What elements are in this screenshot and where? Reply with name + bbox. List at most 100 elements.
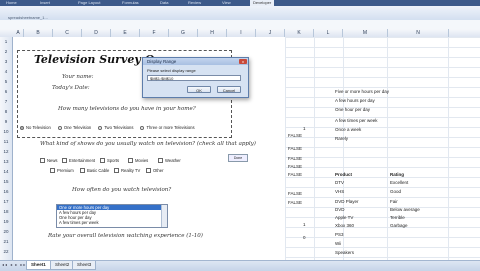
gridline	[314, 37, 315, 260]
row-12[interactable]: 12	[0, 149, 12, 154]
checkbox-icon	[158, 158, 163, 163]
sheet-tab-1[interactable]: Sheet1	[26, 261, 51, 270]
product-cell[interactable]: DVD	[335, 207, 345, 212]
checkbox-reality-tv[interactable]: Reality TV	[114, 168, 140, 173]
sheet-tab-3[interactable]: Sheet3	[72, 261, 97, 270]
checkbox-other[interactable]: Other	[146, 168, 163, 173]
dialog-title[interactable]: Display Range	[143, 58, 248, 65]
row-7[interactable]: 7	[0, 99, 12, 104]
row-14[interactable]: 14	[0, 169, 12, 174]
radio-one-television[interactable]: One Television	[57, 125, 92, 130]
cell-k-false[interactable]: FALSE	[288, 146, 302, 151]
checkbox-weather[interactable]: Weather	[158, 158, 181, 163]
col-e[interactable]: E	[111, 29, 140, 37]
cell-m-list[interactable]: A few hours per day	[335, 98, 375, 103]
col-a[interactable]: A	[13, 29, 24, 37]
col-k[interactable]: K	[285, 29, 314, 37]
cell-m-list[interactable]: Once a week	[335, 127, 361, 132]
cell-m-list[interactable]: Rarely	[335, 136, 348, 141]
radio-two-televisions[interactable]: Two Televisions	[98, 125, 133, 130]
col-j[interactable]: J	[256, 29, 285, 37]
col-c[interactable]: C	[53, 29, 82, 37]
row-19[interactable]: 19	[0, 219, 12, 224]
listbox-scrollbar[interactable]	[161, 205, 167, 227]
row-6[interactable]: 6	[0, 89, 12, 94]
col-i[interactable]: I	[227, 29, 256, 37]
cell-k-false[interactable]: FALSE	[288, 133, 302, 138]
checkbox-movies[interactable]: Movies	[128, 158, 148, 163]
cell-m-list[interactable]: A few times per week	[335, 118, 378, 123]
range-input[interactable]: $M$1:$M$10	[147, 75, 241, 81]
row-9[interactable]: 9	[0, 119, 12, 124]
row-3[interactable]: 3	[0, 59, 12, 64]
rating-cell[interactable]: Fair	[390, 199, 398, 204]
ok-button[interactable]: OK	[187, 86, 211, 93]
cell-k-false[interactable]: FALSE	[288, 164, 302, 169]
product-cell[interactable]: PS3	[335, 232, 344, 237]
cell-k-number[interactable]: 0	[303, 235, 306, 240]
radio-three-or-more[interactable]: Three or more Televisions	[140, 125, 195, 130]
cell-k-number[interactable]: 1	[303, 222, 306, 227]
row-8[interactable]: 8	[0, 109, 12, 114]
product-cell[interactable]: DVD Player	[335, 199, 359, 204]
checkbox-premium[interactable]: Premium	[50, 168, 74, 173]
cell-m-list[interactable]: One hour per day	[335, 107, 370, 112]
cell-k-false[interactable]: FALSE	[288, 172, 302, 177]
rating-cell[interactable]: Good	[390, 189, 401, 194]
radio-no-television[interactable]: No Television	[20, 125, 51, 130]
rating-header[interactable]: Rating	[390, 172, 404, 177]
col-h[interactable]: H	[198, 29, 227, 37]
cell-k-false[interactable]: FALSE	[288, 191, 302, 196]
done-button[interactable]: Done	[228, 154, 248, 162]
close-icon[interactable]: x	[239, 59, 247, 64]
cell-k-false[interactable]: FALSE	[288, 156, 302, 161]
row-11[interactable]: 11	[0, 139, 12, 144]
row-22[interactable]: 22	[0, 249, 12, 254]
checkbox-news[interactable]: News	[40, 158, 57, 163]
col-l[interactable]: L	[314, 29, 343, 37]
row-13[interactable]: 13	[0, 159, 12, 164]
sheet-tab-2[interactable]: Sheet2	[50, 261, 75, 270]
row-17[interactable]: 17	[0, 199, 12, 204]
col-n[interactable]: N	[388, 29, 449, 37]
cell-m-list[interactable]: Five or more hours per day	[335, 89, 389, 94]
list-item[interactable]: A few times per week	[57, 220, 167, 225]
col-d[interactable]: D	[82, 29, 111, 37]
product-cell[interactable]: Xbox 360	[335, 223, 354, 228]
row-2[interactable]: 2	[0, 49, 12, 54]
sheet-nav-arrows-icon[interactable]: ◂◂ ◂ ▸ ▸▸	[2, 262, 26, 267]
cancel-button[interactable]: Cancel	[217, 86, 241, 93]
row-5[interactable]: 5	[0, 79, 12, 84]
watch-frequency-listbox[interactable]: One or more hours per day A few hours pe…	[56, 204, 168, 228]
cell-k-number[interactable]: 1	[303, 126, 306, 131]
product-cell[interactable]: DTV	[335, 180, 344, 185]
rating-cell[interactable]: Below average	[390, 207, 420, 212]
checkbox-label: Reality TV	[121, 168, 141, 173]
rating-cell[interactable]: Terrible	[390, 215, 405, 220]
product-cell[interactable]: Apple TV	[335, 215, 353, 220]
row-10[interactable]: 10	[0, 129, 12, 134]
col-m[interactable]: M	[343, 29, 388, 37]
row-21[interactable]: 21	[0, 239, 12, 244]
rating-cell[interactable]: Garbage	[390, 223, 408, 228]
checkbox-sports[interactable]: Sports	[100, 158, 119, 163]
col-f[interactable]: F	[140, 29, 169, 37]
product-cell[interactable]: Speakers	[335, 250, 354, 255]
checkbox-basic-cable[interactable]: Basic Cable	[80, 168, 109, 173]
row-1[interactable]: 1	[0, 39, 12, 44]
checkbox-icon	[50, 168, 55, 173]
product-cell[interactable]: VHS	[335, 189, 344, 194]
row-15[interactable]: 15	[0, 179, 12, 184]
checkbox-entertainment[interactable]: Entertainment	[62, 158, 95, 163]
col-b[interactable]: B	[24, 29, 53, 37]
row-4[interactable]: 4	[0, 69, 12, 74]
row-16[interactable]: 16	[0, 189, 12, 194]
product-header[interactable]: Product	[335, 172, 352, 177]
row-20[interactable]: 20	[0, 229, 12, 234]
cell-k-false[interactable]: FALSE	[288, 200, 302, 205]
rating-cell[interactable]: Excellent	[390, 180, 408, 185]
col-g[interactable]: G	[169, 29, 198, 37]
product-cell[interactable]: Wii	[335, 241, 341, 246]
radio-label: One Television	[63, 125, 92, 130]
row-18[interactable]: 18	[0, 209, 12, 214]
